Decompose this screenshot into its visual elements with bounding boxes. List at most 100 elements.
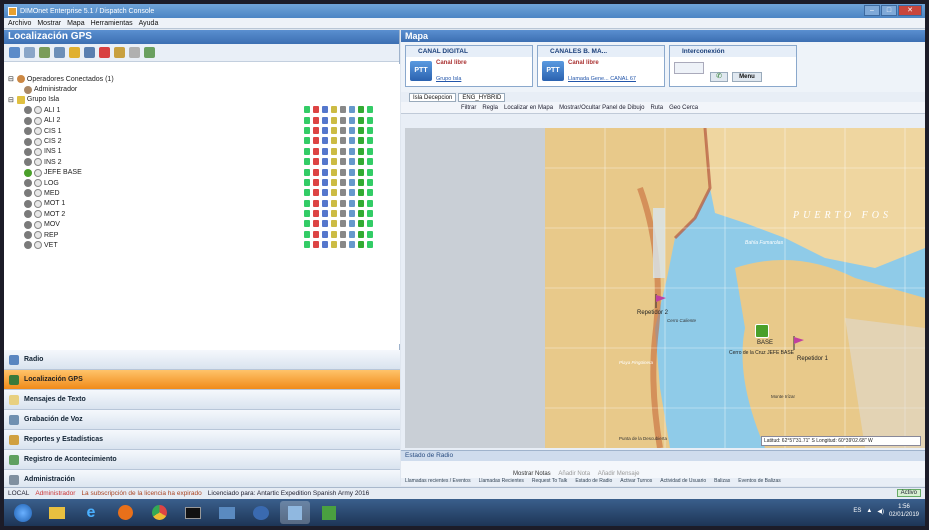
channel-interconnect[interactable]: Interconexión ✆ Menu [669,45,797,87]
user-icon[interactable] [340,199,346,207]
phone-icon[interactable]: ✆ [710,72,728,82]
unit-row[interactable]: VET [4,240,400,250]
lock-icon[interactable] [349,116,355,124]
locate-icon[interactable] [304,189,310,197]
unit-row[interactable]: JEFE BASE [4,168,400,178]
list-icon[interactable] [358,106,364,114]
unit-row[interactable]: CIS 1 [4,126,400,136]
pin-icon[interactable] [313,137,319,145]
list-icon[interactable] [358,137,364,145]
list-icon[interactable] [358,126,364,134]
close-button[interactable]: ✕ [898,5,922,16]
refresh-icon[interactable] [129,47,140,58]
locate-on-map-button[interactable]: Localizar en Mapa [504,105,553,111]
call-icon[interactable] [331,106,337,114]
user-icon[interactable] [340,137,346,145]
target-icon[interactable] [367,241,373,249]
locate-icon[interactable] [304,210,310,218]
list-icon[interactable] [358,199,364,207]
user-icon[interactable] [340,241,346,249]
message-icon[interactable] [322,168,328,176]
start-button[interactable] [8,501,38,524]
channel-digital[interactable]: CANAL DIGITAL PTT Canal libre Grupo Isla [405,45,533,87]
unit-row[interactable]: MOT 1 [4,199,400,209]
flag-repetidor-1[interactable] [793,336,805,350]
maximize-button[interactable]: □ [881,5,897,16]
locate-icon[interactable] [304,178,310,186]
list-icon[interactable] [358,116,364,124]
clock[interactable]: 1:56 02/01/2019 [889,503,919,519]
locate-icon[interactable] [304,220,310,228]
lock-icon[interactable] [349,137,355,145]
message-icon[interactable] [322,230,328,238]
unit-row[interactable]: MOV [4,219,400,229]
menu-ayuda[interactable]: Ayuda [139,20,159,27]
tree-view-icon[interactable] [39,47,50,58]
list-icon[interactable] [358,178,364,186]
locate-icon[interactable] [304,168,310,176]
call-icon[interactable] [331,158,337,166]
lock-icon[interactable] [349,158,355,166]
channel-maritime[interactable]: CANALES B. MA... PTT Canal libre Llamada… [537,45,665,87]
call-icon[interactable] [331,210,337,218]
target-icon[interactable] [367,137,373,145]
message-icon[interactable] [322,178,328,186]
user-icon[interactable] [340,189,346,197]
ruler-button[interactable]: Regla [482,105,498,111]
network-app-icon[interactable] [212,501,242,524]
lock-icon[interactable] [349,178,355,186]
add-message-button[interactable]: Añadir Mensaje [598,471,640,477]
message-icon[interactable] [322,241,328,249]
call-icon[interactable] [331,189,337,197]
tab-shifts[interactable]: Activar Turnos [620,478,652,486]
message-icon[interactable] [322,220,328,228]
locate-icon[interactable] [304,199,310,207]
nav-reports[interactable]: Reportes y Estadísticas [4,430,400,450]
user-icon[interactable] [340,210,346,218]
lock-icon[interactable] [349,147,355,155]
lock-icon[interactable] [349,106,355,114]
message-icon[interactable] [322,199,328,207]
target-icon[interactable] [367,158,373,166]
show-notes-checkbox[interactable]: Mostrar Notas [513,471,551,477]
call-icon[interactable] [331,199,337,207]
target-icon[interactable] [367,220,373,228]
locate-icon[interactable] [114,47,125,58]
target-icon[interactable] [367,230,373,238]
pin-icon[interactable] [313,116,319,124]
call-icon[interactable] [331,116,337,124]
locate-icon[interactable] [304,106,310,114]
unit-row[interactable]: MED [4,188,400,198]
call-icon[interactable] [331,147,337,155]
tab-user-activity[interactable]: Actividad de Usuario [660,478,706,486]
dialpad-icon[interactable] [674,62,704,74]
locate-icon[interactable] [304,147,310,155]
message-icon[interactable] [322,189,328,197]
message-icon[interactable] [322,116,328,124]
call-icon[interactable] [331,178,337,186]
details-view-icon[interactable] [24,47,35,58]
flag-repetidor-2[interactable] [655,294,667,308]
lock-icon[interactable] [349,230,355,238]
list-view-icon[interactable] [9,47,20,58]
minimize-button[interactable]: – [864,5,880,16]
terminal-icon[interactable] [178,501,208,524]
user-icon[interactable] [340,126,346,134]
firefox-icon[interactable] [110,501,140,524]
nav-voice[interactable]: Grabación de Voz [4,410,400,430]
pin-icon[interactable] [313,147,319,155]
menu-button[interactable]: Menu [732,72,762,82]
call-icon[interactable] [331,168,337,176]
message-icon[interactable] [322,106,328,114]
message-icon[interactable] [322,158,328,166]
delete-icon[interactable] [99,47,110,58]
tab-recent-events[interactable]: Llamadas recientes / Eventos [405,478,471,486]
call-icon[interactable] [331,241,337,249]
locate-icon[interactable] [304,126,310,134]
dispatch-app-icon[interactable] [280,501,310,524]
call-icon[interactable] [331,137,337,145]
chrome-icon[interactable] [144,501,174,524]
channel-call-link[interactable]: Llamada Gene... CANAL 67 [568,76,636,82]
user-icon[interactable] [340,178,346,186]
list-icon[interactable] [358,189,364,197]
